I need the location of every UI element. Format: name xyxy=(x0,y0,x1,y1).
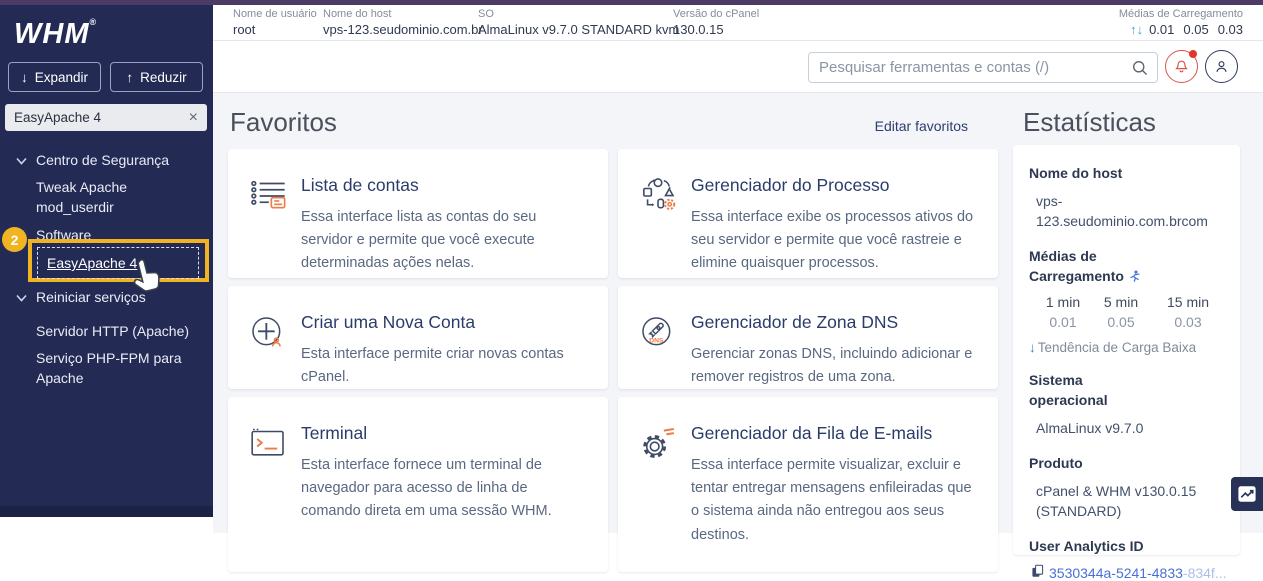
card-description: Essa interface lista as contas do seu se… xyxy=(301,209,537,272)
favorite-card-process-manager[interactable]: Gerenciador do Processo Essa interface e… xyxy=(618,149,998,278)
sidebar-item-tweak-apache[interactable]: Tweak Apache mod_userdir xyxy=(36,177,186,217)
card-description: Esta interface fornece um terminal de na… xyxy=(301,457,552,520)
card-title-link[interactable]: Gerenciador da Fila de E-mails xyxy=(691,423,980,444)
card-description: Gerenciar zonas DNS, incluindo adicionar… xyxy=(691,346,973,386)
runner-icon xyxy=(1128,268,1141,284)
favorites-title: Favoritos xyxy=(230,107,337,137)
stat-analytics-label: User Analytics ID xyxy=(1029,538,1144,554)
notifications-button[interactable] xyxy=(1165,50,1198,83)
load-trend: ↓ Tendência de Carga Baixa xyxy=(1029,340,1197,355)
favorites-grid: Lista de contas Essa interface lista as … xyxy=(228,149,998,572)
account-button[interactable] xyxy=(1205,50,1238,83)
bell-icon xyxy=(1175,60,1188,73)
stat-hostname-label: Nome do host xyxy=(1029,165,1123,181)
cpanel-version-field: Versão do cPanel 130.0.15 xyxy=(673,8,760,37)
search-icon xyxy=(1131,59,1149,82)
process-manager-icon xyxy=(638,174,678,278)
cursor-hand-icon xyxy=(128,256,162,297)
load-averages-field: Médias de Carregamento ↑↓ 0.01 0.05 0.03 xyxy=(1118,8,1243,37)
os-field: SO AlmaLinux v9.7.0 STANDARD kvm xyxy=(478,8,680,37)
username-field: Nome de usuário root xyxy=(233,8,317,37)
favorite-card-mail-queue[interactable]: Gerenciador da Fila de E-mails Essa inte… xyxy=(618,397,998,572)
sidebar-item-http-server[interactable]: Servidor HTTP (Apache) xyxy=(36,321,189,341)
chart-icon xyxy=(1238,486,1256,502)
card-description: Essa interface permite visualizar, exclu… xyxy=(691,457,972,543)
accounts-list-icon xyxy=(248,174,288,278)
stat-product-value: cPanel & WHM v130.0.15 (STANDARD) xyxy=(1036,483,1197,519)
sidebar-item-security-center[interactable]: Centro de Segurança xyxy=(16,150,169,170)
sidebar-nav: Centro de Segurança Tweak Apache mod_use… xyxy=(0,5,213,517)
card-title-link[interactable]: Gerenciador de Zona DNS xyxy=(691,312,980,333)
header xyxy=(213,41,1263,93)
stat-os-value: AlmaLinux v9.7.0 xyxy=(1036,420,1144,436)
favorite-card-create-account[interactable]: Criar uma Nova Conta Esta interface perm… xyxy=(228,286,608,389)
user-icon xyxy=(1216,61,1227,72)
top-strip xyxy=(0,0,1263,5)
stat-hostname-value: vps-123.seudominio.com.brcom xyxy=(1036,193,1208,229)
analytics-id-link[interactable]: 3530344a-5241-4833-834f... xyxy=(1049,565,1227,581)
server-info-bar: Nome de usuário root Nome do host vps-12… xyxy=(213,5,1263,41)
easyapache-focus-outline: EasyApache 4 xyxy=(37,247,199,279)
notification-dot xyxy=(1189,50,1197,58)
stat-load-label: Médias de Carregamento xyxy=(1029,246,1181,286)
search-input[interactable] xyxy=(809,53,1157,82)
sidebar-footer xyxy=(0,506,213,517)
statistics-title: Estatísticas xyxy=(1023,107,1156,137)
sidebar: WHM® ↓ Expandir ↑ Reduzir × Centro de Se… xyxy=(0,5,213,517)
load-arrows-icon: ↑↓ xyxy=(1130,22,1144,37)
global-search xyxy=(808,52,1158,83)
chevron-down-icon xyxy=(16,287,27,307)
favorite-card-dns-zone[interactable]: DNS Gerenciador de Zona DNS Gerenciar zo… xyxy=(618,286,998,389)
card-title-link[interactable]: Terminal xyxy=(301,423,590,444)
sidebar-item-php-fpm[interactable]: Serviço PHP-FPM para Apache xyxy=(36,348,196,388)
easyapache-highlight-box: EasyApache 4 xyxy=(28,239,209,282)
card-title-link[interactable]: Gerenciador do Processo xyxy=(691,175,980,196)
card-title-link[interactable]: Lista de contas xyxy=(301,175,590,196)
card-title-link[interactable]: Criar uma Nova Conta xyxy=(301,312,590,333)
chevron-down-icon xyxy=(16,150,27,170)
copy-icon xyxy=(1031,564,1044,581)
load-averages-table: 1 min 5 min 15 min 0.01 0.05 0.03 xyxy=(1045,294,1210,330)
mail-queue-icon xyxy=(638,422,678,572)
analytics-float-button[interactable] xyxy=(1231,477,1263,511)
svg-text:DNS: DNS xyxy=(649,338,664,345)
statistics-card: Nome do host vps-123.seudominio.com.brco… xyxy=(1013,145,1240,581)
stat-product-label: Produto xyxy=(1029,455,1083,471)
main-content: Favoritos Editar favoritos Lista de cont… xyxy=(213,93,1263,581)
edit-favorites-link[interactable]: Editar favoritos xyxy=(875,118,968,134)
step-badge: 2 xyxy=(2,227,27,252)
stat-os-label: Sistema operacional xyxy=(1029,372,1108,408)
dns-zone-icon: DNS xyxy=(638,311,678,389)
terminal-icon xyxy=(248,422,288,572)
create-account-icon xyxy=(248,311,288,389)
favorite-card-terminal[interactable]: Terminal Esta interface fornece um termi… xyxy=(228,397,608,572)
favorite-card-list-accounts[interactable]: Lista de contas Essa interface lista as … xyxy=(228,149,608,278)
sidebar-item-restart-services[interactable]: Reiniciar serviços xyxy=(16,287,146,307)
hostname-field: Nome do host vps-123.seudominio.com.br xyxy=(323,8,483,37)
card-description: Esta interface permite criar novas conta… xyxy=(301,346,564,386)
card-description: Essa interface exibe os processos ativos… xyxy=(691,209,974,272)
trend-down-arrow-icon: ↓ xyxy=(1029,340,1036,355)
